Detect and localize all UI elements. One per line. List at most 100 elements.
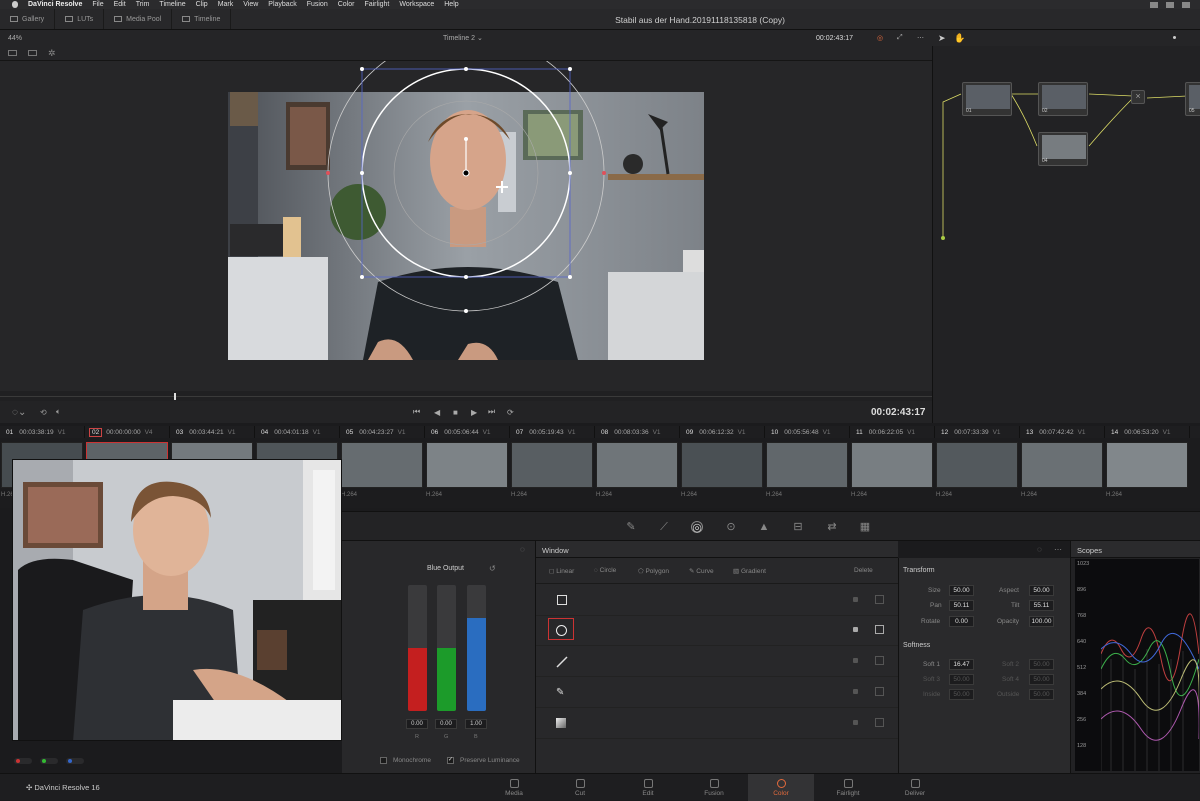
red-value[interactable]: 0.00 bbox=[406, 719, 428, 729]
window-options-icon[interactable]: ⋯ bbox=[1054, 545, 1062, 554]
window-mask-toggle[interactable] bbox=[875, 687, 884, 696]
clip-thumbnail[interactable] bbox=[766, 442, 848, 488]
window-invert-toggle[interactable] bbox=[853, 597, 858, 602]
clip-header-12[interactable]: 12 00:07:33:39 V1 bbox=[935, 426, 1020, 438]
tracker-icon[interactable]: ⊙ bbox=[725, 521, 737, 533]
reset-icon[interactable]: ↺ bbox=[489, 564, 496, 573]
clip-thumbnail[interactable] bbox=[936, 442, 1018, 488]
viewer-mode-icon[interactable]: ◌⌄ bbox=[12, 407, 26, 418]
page-tab-color[interactable]: Color bbox=[748, 774, 814, 801]
polygon-tool[interactable]: ⬠ Polygon bbox=[638, 567, 669, 575]
audio-icon[interactable]: 🔈︎ bbox=[56, 407, 61, 417]
menu-fusion[interactable]: Fusion bbox=[307, 1, 328, 8]
clip-thumbnail[interactable] bbox=[511, 442, 593, 488]
3d-icon[interactable]: ▦ bbox=[859, 521, 871, 533]
screen-icon[interactable] bbox=[1150, 1, 1158, 8]
window-row-polygon[interactable] bbox=[536, 647, 898, 677]
clip-header-01[interactable]: 01 00:03:38:19 V1 bbox=[0, 426, 85, 438]
menu-clip[interactable]: Clip bbox=[196, 1, 208, 8]
page-tab-cut[interactable]: Cut bbox=[547, 774, 613, 801]
opacity-field[interactable]: 100.00 bbox=[1029, 616, 1054, 627]
node-05[interactable]: 05 bbox=[1185, 82, 1200, 116]
qualifier-icon[interactable]: ✎ bbox=[625, 521, 637, 533]
menu-edit[interactable]: Edit bbox=[114, 1, 126, 8]
window-invert-toggle[interactable] bbox=[853, 627, 858, 632]
play-icon[interactable]: ▶ bbox=[471, 408, 477, 417]
rotate-field[interactable]: 0.00 bbox=[949, 616, 974, 627]
gradient-tool[interactable]: ▧ Gradient bbox=[733, 567, 766, 575]
red-slider[interactable] bbox=[408, 585, 427, 711]
last-frame-icon[interactable]: ⏭︎ bbox=[488, 407, 495, 417]
first-frame-icon[interactable]: ⏮︎ bbox=[413, 407, 420, 417]
media-pool-button[interactable]: Media Pool bbox=[104, 9, 173, 29]
viewer-options-icon[interactable]: ⋯ bbox=[917, 34, 924, 42]
aspect-field[interactable]: 50.00 bbox=[1029, 585, 1054, 596]
gallery-button[interactable]: Gallery bbox=[0, 9, 56, 29]
circle-window-overlay[interactable] bbox=[228, 61, 704, 391]
window-row-curve[interactable]: ✎ bbox=[536, 678, 898, 708]
timeline-button[interactable]: Timeline bbox=[172, 9, 232, 29]
clip-header-09[interactable]: 09 00:06:12:32 V1 bbox=[680, 426, 765, 438]
highlight-icon[interactable]: ◎ bbox=[877, 34, 883, 42]
curve-tool[interactable]: ✎ Curve bbox=[689, 567, 714, 575]
eyedropper-icon[interactable]: ⟋ bbox=[658, 521, 670, 533]
node-02[interactable]: 02 bbox=[1038, 82, 1088, 116]
node-04[interactable]: 04 bbox=[1038, 132, 1088, 166]
clip-header-05[interactable]: 05 00:04:23:27 V1 bbox=[340, 426, 425, 438]
window-invert-toggle[interactable] bbox=[853, 658, 858, 663]
clip-header-03[interactable]: 03 00:03:44:21 V1 bbox=[170, 426, 255, 438]
page-tab-fusion[interactable]: Fusion bbox=[681, 774, 747, 801]
key-icon[interactable]: ⊟ bbox=[792, 521, 804, 533]
reverse-icon[interactable]: ◀ bbox=[434, 408, 440, 417]
menu-mark[interactable]: Mark bbox=[218, 1, 234, 8]
apple-icon[interactable] bbox=[12, 1, 18, 8]
window-mask-toggle[interactable] bbox=[875, 625, 884, 634]
green-value[interactable]: 0.00 bbox=[435, 719, 457, 729]
window-icon[interactable]: ◎ bbox=[691, 521, 703, 534]
waveform-scope[interactable]: 1023 896 768 640 512 384 256 128 bbox=[1075, 559, 1199, 771]
clip-header-11[interactable]: 11 00:06:22:05 V1 bbox=[850, 426, 935, 438]
timeline-selector[interactable]: Timeline 2 ⌄ bbox=[443, 34, 483, 42]
inside-field[interactable]: 50.00 bbox=[949, 689, 974, 700]
clip-thumbnail[interactable] bbox=[341, 442, 423, 488]
page-tab-fairlight[interactable]: Fairlight bbox=[815, 774, 881, 801]
mixer-options-icon[interactable]: ◌ bbox=[520, 545, 525, 554]
linear-tool[interactable]: ◻︎ Linear bbox=[549, 567, 574, 575]
menu-timeline[interactable]: Timeline bbox=[159, 1, 185, 8]
clip-header-06[interactable]: 06 00:05:06:44 V1 bbox=[425, 426, 510, 438]
playhead[interactable] bbox=[174, 393, 176, 400]
page-tab-deliver[interactable]: Deliver bbox=[882, 774, 948, 801]
app-menu[interactable]: DaVinci Resolve bbox=[28, 1, 82, 8]
battery-icon[interactable] bbox=[1182, 1, 1190, 8]
green-slider[interactable] bbox=[437, 585, 456, 711]
window-mask-toggle[interactable] bbox=[875, 595, 884, 604]
stop-icon[interactable]: ■ bbox=[453, 408, 458, 417]
pointer-tool-icon[interactable]: ➤ bbox=[938, 33, 946, 44]
menu-view[interactable]: View bbox=[243, 1, 258, 8]
node-options-icon[interactable] bbox=[1173, 36, 1176, 39]
soft3-field[interactable]: 50.00 bbox=[949, 674, 974, 685]
preserve-luminance-checkbox[interactable]: ✓ bbox=[447, 757, 454, 764]
clip-header-13[interactable]: 13 00:07:42:42 V1 bbox=[1020, 426, 1105, 438]
clip-marker-red[interactable] bbox=[14, 758, 32, 764]
menu-file[interactable]: File bbox=[92, 1, 103, 8]
menu-help[interactable]: Help bbox=[444, 1, 458, 8]
size-field[interactable]: 50.00 bbox=[949, 585, 974, 596]
loop-play-icon[interactable]: ⟳ bbox=[507, 408, 514, 417]
fullscreen-icon[interactable]: ⤢ bbox=[897, 34, 903, 42]
menu-fairlight[interactable]: Fairlight bbox=[364, 1, 389, 8]
page-tab-edit[interactable]: Edit bbox=[615, 774, 681, 801]
window-mask-toggle[interactable] bbox=[875, 718, 884, 727]
loop-icon[interactable]: ⟲ bbox=[40, 408, 47, 417]
menu-trim[interactable]: Trim bbox=[136, 1, 150, 8]
clip-header-10[interactable]: 10 00:05:56:48 V1 bbox=[765, 426, 850, 438]
clip-header-14[interactable]: 14 00:06:53:20 V1 bbox=[1105, 426, 1190, 438]
pan-field[interactable]: 50.11 bbox=[949, 600, 974, 611]
clip-header-08[interactable]: 08 00:08:03:36 V1 bbox=[595, 426, 680, 438]
window-row-gradient[interactable] bbox=[536, 709, 898, 739]
scrubber-bar[interactable] bbox=[0, 391, 932, 401]
window-reset-icon[interactable]: ◌ bbox=[1037, 545, 1042, 554]
window-invert-toggle[interactable] bbox=[853, 720, 858, 725]
clip-thumbnail[interactable] bbox=[851, 442, 933, 488]
menu-color[interactable]: Color bbox=[338, 1, 355, 8]
